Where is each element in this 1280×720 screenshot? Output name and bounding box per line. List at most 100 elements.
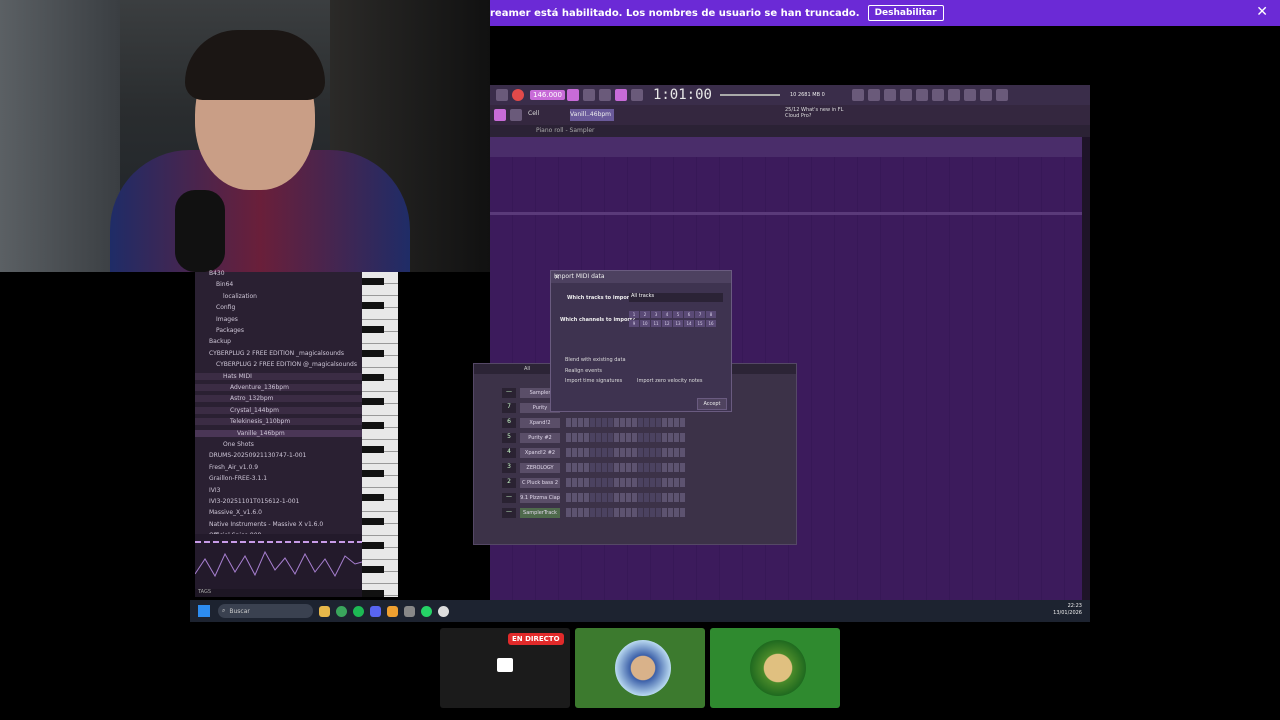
step-button[interactable]: [602, 463, 607, 472]
step-button[interactable]: [584, 433, 589, 442]
step-button[interactable]: [656, 433, 661, 442]
step-button[interactable]: [572, 508, 577, 517]
step-button[interactable]: [584, 418, 589, 427]
master-volume-slider[interactable]: [719, 94, 780, 96]
blend-icon[interactable]: [630, 89, 643, 101]
piano-black-key[interactable]: [362, 518, 384, 525]
step-button[interactable]: [590, 433, 595, 442]
windows-start-icon[interactable]: [198, 605, 210, 617]
channel-name-button[interactable]: 9.1 Plzzma Clap: [520, 492, 560, 503]
midi-channel-toggle[interactable]: 15: [695, 320, 705, 327]
fl-studio-icon[interactable]: [387, 605, 398, 617]
metronome-icon[interactable]: [566, 89, 579, 101]
step-button[interactable]: [572, 433, 577, 442]
mixer-track-number[interactable]: 3: [502, 462, 516, 473]
step-button[interactable]: [602, 478, 607, 487]
blend-option[interactable]: Blend with existing data: [565, 357, 626, 363]
step-button[interactable]: [578, 478, 583, 487]
step-button[interactable]: [668, 478, 673, 487]
channel-name-button[interactable]: ZEROLOGY: [520, 462, 560, 473]
browser-item[interactable]: One Shots: [195, 441, 362, 448]
realign-option[interactable]: Realign events: [565, 368, 602, 374]
browser-item[interactable]: Astro_132bpm: [195, 395, 362, 403]
piano-black-key[interactable]: [362, 278, 384, 285]
mixer-icon[interactable]: [915, 89, 928, 101]
midi-channel-toggle[interactable]: 13: [673, 320, 683, 327]
step-button[interactable]: [566, 448, 571, 457]
save-icon[interactable]: [979, 89, 992, 101]
step-button[interactable]: [650, 448, 655, 457]
step-button[interactable]: [638, 478, 643, 487]
channel-row[interactable]: — SamplerTrack: [478, 506, 788, 519]
stamp-icon[interactable]: [510, 109, 522, 121]
step-button[interactable]: [566, 508, 571, 517]
channel-filter[interactable]: All: [524, 366, 530, 372]
step-button[interactable]: [632, 508, 637, 517]
midi-channel-toggle[interactable]: 12: [662, 320, 672, 327]
step-button[interactable]: [584, 508, 589, 517]
step-button[interactable]: [650, 508, 655, 517]
step-button[interactable]: [626, 418, 631, 427]
tags-bar[interactable]: TAGS: [195, 589, 362, 597]
step-button[interactable]: [638, 418, 643, 427]
help-icon[interactable]: [899, 89, 912, 101]
step-button[interactable]: [680, 478, 685, 487]
step-button[interactable]: [626, 478, 631, 487]
pattern-song-icon[interactable]: [496, 89, 508, 101]
step-button[interactable]: [596, 463, 601, 472]
step-button[interactable]: [590, 463, 595, 472]
spotify-icon[interactable]: [353, 605, 364, 617]
midi-channel-toggle[interactable]: 11: [651, 320, 661, 327]
step-button[interactable]: [632, 433, 637, 442]
step-button[interactable]: [602, 448, 607, 457]
taskbar-search[interactable]: ⌕ Buscar: [218, 604, 313, 618]
step-button[interactable]: [680, 493, 685, 502]
step-button[interactable]: [602, 493, 607, 502]
step-button[interactable]: [662, 463, 667, 472]
step-button[interactable]: [614, 418, 619, 427]
step-button[interactable]: [680, 448, 685, 457]
browser-icon[interactable]: [931, 89, 944, 101]
step-button[interactable]: [620, 418, 625, 427]
browser-item[interactable]: Backup: [195, 338, 362, 345]
step-button[interactable]: [572, 478, 577, 487]
participant-tile[interactable]: [710, 628, 840, 708]
channel-row[interactable]: 3 ZEROLOGY: [478, 461, 788, 474]
chrome-icon[interactable]: [336, 605, 347, 617]
browser-item[interactable]: Bin64: [195, 281, 362, 288]
event-separator[interactable]: [490, 212, 1082, 215]
piano-black-key[interactable]: [362, 398, 384, 405]
step-button[interactable]: [620, 478, 625, 487]
step-button[interactable]: [668, 418, 673, 427]
step-button[interactable]: [662, 418, 667, 427]
step-button[interactable]: [662, 508, 667, 517]
step-button[interactable]: [596, 493, 601, 502]
channel-name-button[interactable]: Xpand!2: [520, 417, 560, 428]
timeline-ruler[interactable]: [490, 137, 1082, 157]
midi-channel-toggle[interactable]: 5: [673, 311, 683, 318]
midi-channel-toggle[interactable]: 2: [640, 311, 650, 318]
channel-row[interactable]: 2 C Pluck bass 2: [478, 476, 788, 489]
step-button[interactable]: [614, 463, 619, 472]
channel-name-button[interactable]: Purity #2: [520, 432, 560, 443]
piano-black-key[interactable]: [362, 350, 384, 357]
piano-black-key[interactable]: [362, 326, 384, 333]
browser-item[interactable]: Telekinesis_110bpm: [195, 418, 362, 426]
step-button[interactable]: [578, 433, 583, 442]
step-button[interactable]: [644, 418, 649, 427]
browser-item[interactable]: Images: [195, 316, 362, 323]
mixer-track-number[interactable]: —: [502, 387, 516, 398]
step-button[interactable]: [566, 478, 571, 487]
browser-item[interactable]: CYBERPLUG 2 FREE EDITION @_magicalsounds: [195, 361, 362, 368]
midi-channel-toggle[interactable]: 8: [706, 311, 716, 318]
step-button[interactable]: [566, 493, 571, 502]
step-button[interactable]: [632, 478, 637, 487]
midi-channel-toggle[interactable]: 14: [684, 320, 694, 327]
mixer-track-number[interactable]: 4: [502, 447, 516, 458]
step-button[interactable]: [668, 508, 673, 517]
step-button[interactable]: [650, 493, 655, 502]
step-button[interactable]: [566, 463, 571, 472]
snap-select[interactable]: Cell: [528, 110, 539, 117]
step-button[interactable]: [590, 478, 595, 487]
whatsapp-icon[interactable]: [421, 605, 432, 617]
